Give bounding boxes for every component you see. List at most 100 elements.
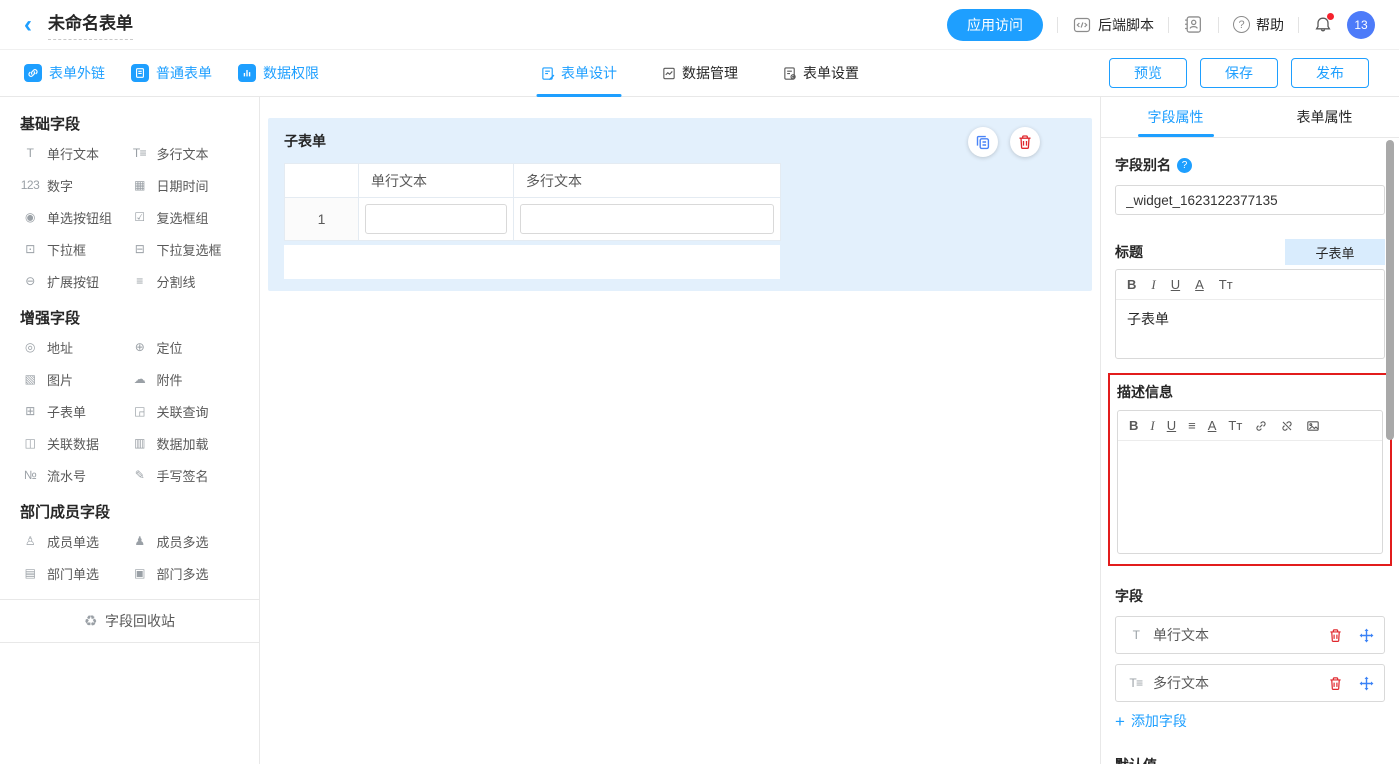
save-button[interactable]: 保存 [1200,58,1278,88]
field-dropdown-multi[interactable]: ⊟ 下拉复选框 [130,233,240,265]
move-field-icon[interactable] [1359,676,1374,691]
field-address[interactable]: ◎ 地址 [20,331,130,363]
avatar[interactable]: 13 [1347,11,1375,39]
field-member-single[interactable]: ♙ 成员单选 [20,525,130,557]
back-icon[interactable]: ‹ [20,13,36,37]
image-icon[interactable] [1306,419,1320,433]
help-button[interactable]: ? 帮助 [1233,15,1284,35]
field-serial-number[interactable]: № 流水号 [20,459,130,491]
font-color-button[interactable]: A [1195,278,1204,291]
panel-scrollbar[interactable] [1386,140,1394,440]
field-label: 分割线 [157,272,196,291]
field-data-load[interactable]: ▥ 数据加载 [130,427,240,459]
field-single-line-text[interactable]: T 单行文本 [20,137,130,169]
field-label: 下拉复选框 [157,240,222,259]
field-dept-multi[interactable]: ▣ 部门多选 [130,557,240,589]
data-permission[interactable]: 数据权限 [238,63,319,83]
delete-field-icon[interactable] [1328,628,1343,643]
title-chip[interactable]: 子表单 [1285,239,1385,265]
unlink-icon[interactable] [1280,419,1294,433]
italic-button[interactable]: I [1151,278,1155,291]
field-type-icon: ☑ [130,210,150,224]
tab-form-settings[interactable]: 表单设置 [782,50,859,97]
field-recycle-bin[interactable]: ♻ 字段回收站 [0,599,259,643]
bold-button[interactable]: B [1127,278,1136,291]
description-highlight-box: 描述信息 B I U ≡ A Tᴛ [1108,373,1392,566]
help-icon: ? [1233,16,1250,33]
title-label: 标题 [1115,242,1143,262]
field-datetime[interactable]: ▦ 日期时间 [130,169,240,201]
field-label: 多行文本 [157,144,209,163]
contacts-icon[interactable] [1183,14,1204,35]
field-linked-query[interactable]: ◲ 关联查询 [130,395,240,427]
field-subform[interactable]: ⊞ 子表单 [20,395,130,427]
divider [1298,17,1299,33]
font-size-button[interactable]: Tᴛ [1228,419,1242,432]
tab-form-properties[interactable]: 表单属性 [1250,97,1399,137]
field-alias-input[interactable] [1115,185,1385,215]
subform-widget-selected[interactable]: 子表单 单行文本 多行文本 1 [268,118,1092,291]
file-icon [131,64,149,82]
subform-field-multi-line-text[interactable]: T≡ 多行文本 [1115,664,1385,702]
field-extend-button[interactable]: ⊖ 扩展按钮 [20,265,130,297]
form-title[interactable]: 未命名表单 [48,9,133,40]
field-dropdown[interactable]: ⊡ 下拉框 [20,233,130,265]
field-type-icon: ▣ [130,566,150,580]
underline-button[interactable]: U [1171,278,1180,291]
field-label: 部门多选 [157,564,209,583]
form-canvas[interactable]: 子表单 单行文本 多行文本 1 [260,97,1100,764]
recycle-icon: ♻ [84,612,97,630]
delete-widget-button[interactable] [1010,127,1040,157]
single-line-text-input[interactable] [365,204,507,234]
field-radio-group[interactable]: ◉ 单选按钮组 [20,201,130,233]
field-member-multi[interactable]: ♟ 成员多选 [130,525,240,557]
app-access-button[interactable]: 应用访问 [947,9,1043,41]
tab-field-properties[interactable]: 字段属性 [1101,97,1250,137]
backend-script-button[interactable]: 后端脚本 [1072,15,1154,35]
field-divider-line[interactable]: ≡ 分割线 [130,265,240,297]
field-multi-line-text[interactable]: T≡ 多行文本 [130,137,240,169]
field-linked-data[interactable]: ◫ 关联数据 [20,427,130,459]
copy-widget-button[interactable] [968,127,998,157]
preview-button[interactable]: 预览 [1109,58,1187,88]
font-size-button[interactable]: Tᴛ [1219,278,1233,291]
field-type-icon: ♙ [20,534,40,548]
delete-field-icon[interactable] [1328,676,1343,691]
field-dept-single[interactable]: ▤ 部门单选 [20,557,130,589]
publish-button[interactable]: 发布 [1291,58,1369,88]
title-editor-content[interactable]: 子表单 [1116,300,1384,358]
field-type-icon: ⊡ [20,242,40,256]
properties-panel: 字段属性 表单属性 字段别名 ? 标题 子表单 B I U A Tᴛ 子表单 描… [1100,97,1399,764]
normal-form[interactable]: 普通表单 [131,63,212,83]
bold-button[interactable]: B [1129,419,1138,432]
alias-help-icon[interactable]: ? [1177,158,1192,173]
divider [1218,17,1219,33]
underline-button[interactable]: U [1167,419,1176,432]
field-image[interactable]: ▧ 图片 [20,363,130,395]
field-location[interactable]: ⊕ 定位 [130,331,240,363]
subform-footer-bar [284,245,780,279]
field-label: 单行文本 [47,144,99,163]
move-field-icon[interactable] [1359,628,1374,643]
field-signature[interactable]: ✎ 手写签名 [130,459,240,491]
form-toolbar: 表单外链 普通表单 数据权限 表单设计 数据管理 表单设置 [0,50,1399,97]
field-type-icon: ▦ [130,178,150,192]
field-type-icon: ◫ [20,436,40,450]
font-color-button[interactable]: A [1208,419,1217,432]
form-external-link[interactable]: 表单外链 [24,63,105,83]
notification-bell-icon[interactable] [1313,15,1333,35]
field-checkbox-group[interactable]: ☑ 复选框组 [130,201,240,233]
subform-table: 单行文本 多行文本 1 [284,163,781,241]
tab-data-manage[interactable]: 数据管理 [661,50,738,97]
align-button[interactable]: ≡ [1188,419,1196,432]
subform-field-single-line-text[interactable]: T 单行文本 [1115,616,1385,654]
description-editor-content[interactable] [1118,441,1382,553]
field-type-icon: ≡ [130,274,150,288]
tab-form-design[interactable]: 表单设计 [540,50,617,97]
field-number[interactable]: 123 数字 [20,169,130,201]
field-attachment[interactable]: ☁ 附件 [130,363,240,395]
multi-line-text-input[interactable] [520,204,774,234]
italic-button[interactable]: I [1150,419,1154,432]
add-field-button[interactable]: + 添加字段 [1115,711,1187,731]
link-icon[interactable] [1254,419,1268,433]
